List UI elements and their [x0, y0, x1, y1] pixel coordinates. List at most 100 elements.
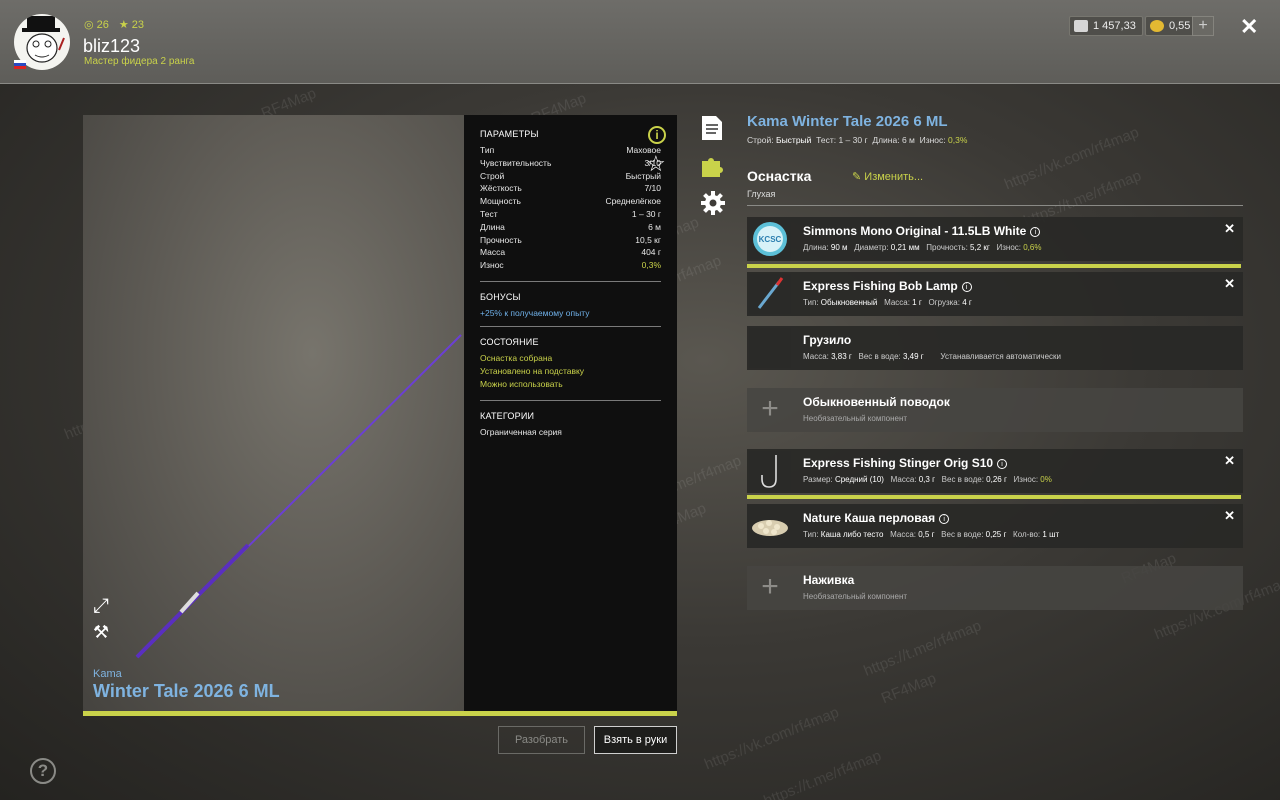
gear-icon[interactable] — [700, 190, 726, 221]
porridge-icon — [749, 506, 791, 546]
param-value: 1 – 30 г — [631, 208, 661, 219]
disassemble-button[interactable]: Разобрать — [498, 726, 585, 754]
silver-coin-icon — [1074, 20, 1088, 32]
rank-label: Мастер фидера 2 ранга — [84, 56, 195, 67]
param-key: Длина — [480, 221, 505, 232]
param-value: 0,3% — [641, 260, 661, 271]
tackle-title: Оснастка — [747, 168, 812, 184]
rod-params-panel: ПАРАМЕТРЫ Тип Маховое Чувствительность 3/10… — [464, 115, 677, 711]
param-key: Масса — [480, 247, 506, 258]
expand-icon[interactable]: ⤢ — [93, 595, 109, 618]
tackle-slot[interactable]: + Обыкновенный поводок Необязательный комп… — [747, 388, 1243, 432]
slot-name-text: Express Fishing Stinger Orig S10 — [803, 456, 994, 470]
detail-label: Кол-во: — [1013, 530, 1041, 539]
info-icon[interactable]: i — [997, 459, 1008, 469]
summary-value: 6 м — [901, 135, 915, 145]
divider — [480, 325, 661, 327]
info-icon[interactable]: i — [648, 126, 666, 144]
detail-value: Средний (10) — [834, 475, 884, 484]
tackle-slot[interactable]: Express Fishing Bob Lamp i Тип: Обыкновенн… — [747, 272, 1243, 316]
slot-details: Тип: Каша либо тесто Масса: 0,5 г Вес в … — [803, 530, 1066, 539]
username: bliz123 — [83, 36, 141, 56]
param-row: Тест 1 – 30 г — [480, 209, 661, 222]
state-item: Установлено на подставку — [480, 365, 585, 376]
summary-label: Строй: — [747, 135, 774, 145]
rod-name: Winter Tale 2026 6 ML — [93, 681, 280, 701]
param-list: Тип Маховое Чувствительность 3/10 Строй Быстр… — [480, 145, 661, 273]
plus-icon: + — [761, 570, 779, 603]
tackle-slot[interactable]: Nature Каша перловая i Тип: Каша либо тест… — [747, 504, 1243, 548]
document-icon[interactable] — [700, 115, 724, 146]
tackle-slot[interactable]: Express Fishing Stinger Orig S10 i Размер:… — [747, 449, 1243, 493]
rod-summary: Строй: Быстрый Тест: 1 – 30 г Длина: 6 м… — [747, 135, 967, 145]
remove-icon[interactable]: ✕ — [1224, 453, 1235, 469]
detail-label: Вес в воде: — [941, 530, 984, 539]
slot-name: Simmons Mono Original - 11.5LB White i — [803, 224, 1041, 238]
summary-value: 0,3% — [948, 135, 968, 145]
param-row: Прочность 10,5 кг — [480, 235, 661, 248]
remove-icon[interactable]: ✕ — [1224, 276, 1235, 292]
param-row: Износ 0,3% — [480, 260, 661, 273]
detail-label: Вес в воде: — [858, 352, 901, 361]
param-value: 404 г — [641, 247, 661, 258]
detail-label: Масса: — [884, 298, 910, 307]
plus-icon: + — [761, 392, 779, 425]
param-value: 6 м — [648, 221, 661, 232]
param-row: Жёсткость 7/10 — [480, 183, 661, 196]
rod-image — [135, 334, 462, 659]
gold-balance-value: 0,55 — [1169, 20, 1191, 32]
param-row: Тип Маховое — [480, 145, 661, 158]
change-tackle-button[interactable]: ✎ Изменить... — [852, 170, 923, 183]
close-icon[interactable]: ✕ — [1240, 14, 1258, 40]
puzzle-tackle-icon[interactable] — [700, 153, 726, 184]
detail-label: Масса: — [890, 475, 917, 484]
tackle-slot[interactable]: + Наживка Необязательный компонент — [747, 566, 1243, 610]
detail-label: Тип: — [803, 298, 819, 307]
divider — [480, 399, 661, 401]
country-flag-icon — [14, 60, 26, 69]
slot-details: Тип: Обыкновенный Масса: 1 г Огрузка: 4 … — [803, 298, 978, 307]
tackle-slot[interactable]: KCSC Simmons Mono Original - 11.5LB White… — [747, 217, 1243, 261]
watermark-text: https://vk.com/rf4map — [702, 703, 842, 774]
summary-label: Длина: — [872, 135, 900, 145]
help-icon[interactable]: ? — [30, 758, 56, 784]
rod-preview[interactable]: ⤢ ⚒ Kama Winter Tale 2026 6 ML — [83, 115, 465, 711]
remove-icon[interactable]: ✕ — [1224, 508, 1235, 524]
slot-name: Наживка — [803, 573, 854, 587]
param-key: Прочность — [480, 234, 522, 245]
info-icon[interactable]: i — [961, 282, 972, 292]
detail-value: Каша либо тесто — [820, 530, 884, 539]
bonus-value: +25% к получаемому опыту — [480, 307, 590, 318]
watermark-text: RF4Map — [878, 669, 939, 708]
rod-title: Kama Winter Tale 2026 6 ML — [747, 113, 948, 130]
detail-value: 4 г — [962, 298, 972, 307]
info-icon[interactable]: i — [939, 514, 950, 524]
tackle-slot[interactable]: Грузило Масса: 3,83 г Вес в воде: 3,49 г … — [747, 326, 1243, 370]
detail-label: Прочность: — [926, 243, 968, 252]
info-icon[interactable]: i — [1030, 227, 1041, 237]
silver-circle-icon: ◎ — [84, 19, 94, 31]
tackle-type: Глухая — [747, 189, 776, 199]
detail-label: Масса: — [890, 530, 916, 539]
slot-name: Обыкновенный поводок — [803, 395, 950, 409]
add-currency-button[interactable]: + — [1192, 16, 1214, 36]
watermark-text: https://vk.com/rf4map — [1002, 123, 1142, 194]
watermark-text: https://t.me/rf4map — [761, 747, 884, 800]
take-in-hands-button[interactable]: Взять в руки — [594, 726, 677, 754]
slot-name-text: Обыкновенный поводок — [803, 395, 950, 409]
state-title: СОСТОЯНИЕ — [480, 336, 539, 347]
param-row: Мощность Среднелёгкое — [480, 196, 661, 209]
favorite-star-icon[interactable]: ☆ — [646, 151, 666, 177]
summary-label: Износ: — [919, 135, 946, 145]
category-value: Ограниченная серия — [480, 426, 562, 437]
remove-icon[interactable]: ✕ — [1224, 221, 1235, 237]
params-title: ПАРАМЕТРЫ — [480, 129, 539, 139]
detail-label: Износ: — [1013, 475, 1039, 484]
category-title: КАТЕГОРИИ — [480, 410, 535, 421]
param-value: 7/10 — [644, 183, 661, 194]
rod-tool-icon[interactable]: ⚒ — [93, 622, 109, 643]
detail-label: Размер: — [803, 475, 833, 484]
slot-details: Масса: 3,83 г Вес в воде: 3,49 г Устанав… — [803, 352, 1061, 361]
detail-value: 3,83 г — [831, 352, 852, 361]
silver-stat: 26 — [96, 19, 109, 31]
